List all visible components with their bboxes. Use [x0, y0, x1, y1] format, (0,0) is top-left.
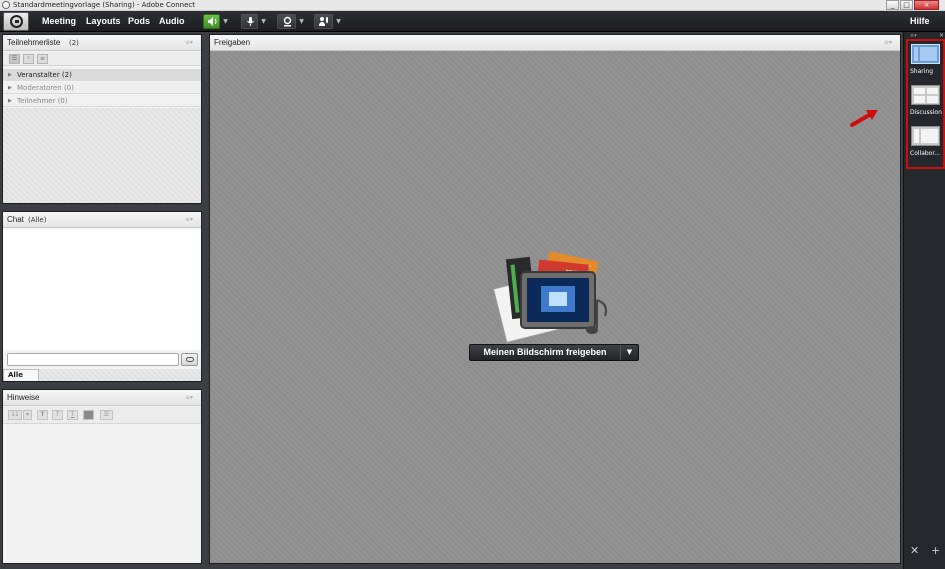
- pod-options-menu-icon[interactable]: ≡▾: [884, 39, 894, 46]
- share-my-screen-button[interactable]: Meinen Bildschirm freigeben ▼: [469, 344, 639, 361]
- microphone-dropdown-caret-icon[interactable]: ▼: [259, 14, 268, 29]
- raise-hand-dropdown-caret-icon[interactable]: ▼: [334, 14, 343, 29]
- share-options-dropdown-icon[interactable]: ▼: [620, 345, 638, 360]
- share-pod: Freigaben ≡▾ PPT PDF Meinen Bildschirm f…: [209, 34, 901, 564]
- speaker-button[interactable]: [203, 14, 220, 29]
- category-presenters-label: Moderatoren (0): [17, 84, 74, 92]
- attendees-count: (2): [69, 39, 79, 47]
- layouts-highlight-box: Sharing Discussion Collabor...: [906, 39, 945, 169]
- window-title: Standardmeetingvorlage (Sharing) - Adobe…: [13, 1, 195, 9]
- expand-triangle-icon[interactable]: ▶: [8, 95, 12, 107]
- expand-triangle-icon[interactable]: ▶: [8, 82, 12, 94]
- attendees-pod: Teilnehmerliste (2) ≡▾ ☰ ⁘ ≡ ▶ Veranstal…: [2, 34, 202, 204]
- pod-options-menu-icon[interactable]: ≡▾: [185, 216, 195, 223]
- chat-scope: (Alle): [28, 216, 47, 224]
- share-my-screen-label: Meinen Bildschirm freigeben: [483, 347, 607, 357]
- attendees-pod-title: Teilnehmerliste: [7, 38, 61, 47]
- chat-pod-title: Chat: [7, 215, 24, 224]
- bullet-list-icon[interactable]: ☰: [100, 410, 113, 420]
- raise-hand-icon: [319, 17, 328, 26]
- speaker-icon: [208, 17, 217, 26]
- menu-audio[interactable]: Audio: [159, 11, 185, 32]
- text-color-icon[interactable]: [83, 410, 94, 420]
- chat-messages-area: [3, 229, 201, 350]
- notes-pod-title: Hinweise: [7, 393, 40, 402]
- adobe-connect-logo-icon[interactable]: [3, 12, 29, 31]
- webcam-dropdown-caret-icon[interactable]: ▼: [297, 14, 306, 29]
- share-pod-title: Freigaben: [214, 38, 251, 47]
- font-size-dropdown-icon[interactable]: ▾: [23, 410, 32, 420]
- menu-pods[interactable]: Pods: [128, 11, 150, 32]
- webcam-icon: [283, 16, 292, 27]
- layout-discussion-label: Discussion: [910, 109, 942, 116]
- layout-collaboration[interactable]: Collabor...: [908, 123, 943, 163]
- share-content-area: PPT PDF Meinen Bildschirm freigeben ▼: [210, 51, 900, 563]
- app-icon: [2, 1, 10, 9]
- notes-pod-header: Hinweise ≡▾: [3, 390, 201, 406]
- layouts-bar-tools: ✕ +: [910, 544, 942, 558]
- category-hosts-label: Veranstalter (2): [17, 71, 72, 79]
- maximize-button[interactable]: □: [900, 0, 913, 10]
- menu-meeting[interactable]: Meeting: [42, 11, 76, 32]
- close-button[interactable]: ×: [914, 0, 939, 10]
- menu-help[interactable]: Hilfe: [910, 11, 930, 32]
- webcam-button[interactable]: [277, 14, 296, 29]
- menu-layouts[interactable]: Layouts: [86, 11, 121, 32]
- attendees-list-area: [3, 108, 201, 203]
- category-participants[interactable]: ▶ Teilnehmer (0): [3, 95, 201, 107]
- layout-collaboration-thumbnail: [911, 126, 940, 146]
- layout-collaboration-label: Collabor...: [910, 150, 940, 157]
- attendees-pod-header: Teilnehmerliste (2) ≡▾: [3, 35, 201, 51]
- category-presenters[interactable]: ▶ Moderatoren (0): [3, 82, 201, 94]
- pod-options-menu-icon[interactable]: ≡▾: [185, 394, 195, 401]
- bold-icon[interactable]: T: [37, 410, 48, 420]
- category-hosts[interactable]: ▶ Veranstalter (2): [3, 69, 201, 81]
- raise-hand-button[interactable]: [314, 14, 333, 29]
- speech-bubble-icon: [186, 357, 194, 362]
- chat-tab-all[interactable]: Alle: [3, 369, 39, 381]
- layout-sharing[interactable]: Sharing: [908, 41, 943, 81]
- minimize-button[interactable]: _: [886, 0, 899, 10]
- notes-pod: Hinweise ≡▾ 11 ▾ T T T ☰: [2, 389, 202, 564]
- microphone-icon: [247, 17, 254, 26]
- breakout-view-icon[interactable]: ⁘: [23, 54, 34, 64]
- chat-send-button[interactable]: [181, 353, 198, 366]
- attendee-sort-icon[interactable]: ≡: [37, 54, 48, 64]
- category-participants-label: Teilnehmer (0): [17, 97, 68, 105]
- layout-sharing-thumbnail: [911, 44, 940, 64]
- layout-discussion[interactable]: Discussion: [908, 82, 943, 122]
- italic-icon[interactable]: T: [52, 410, 63, 420]
- layout-discussion-thumbnail: [911, 85, 940, 105]
- chat-pod: Chat (Alle) ≡▾ Alle: [2, 211, 202, 382]
- chat-input[interactable]: [7, 353, 179, 366]
- underline-icon[interactable]: T: [67, 410, 78, 420]
- wrench-icon[interactable]: ✕: [910, 544, 919, 558]
- expand-triangle-icon[interactable]: ▶: [8, 69, 12, 81]
- list-view-icon[interactable]: ☰: [9, 54, 20, 64]
- pod-options-menu-icon[interactable]: ≡▾: [185, 39, 195, 46]
- attendees-view-toolbar: ☰ ⁘ ≡: [3, 52, 201, 66]
- notes-format-toolbar: 11 ▾ T T T ☰: [3, 407, 201, 424]
- font-size-select[interactable]: 11: [8, 410, 22, 420]
- layout-sharing-label: Sharing: [910, 68, 934, 75]
- share-pod-header: Freigaben ≡▾: [210, 35, 900, 51]
- chat-tab-bar: Alle: [3, 369, 201, 381]
- speaker-dropdown-caret-icon[interactable]: ▼: [221, 14, 230, 29]
- annotation-arrow-icon: [850, 110, 878, 127]
- menu-bar: Meeting Layouts Pods Audio ▼ ▼ ▼ ▼ Hilfe: [0, 11, 945, 32]
- microphone-button[interactable]: [241, 14, 258, 29]
- layouts-bar: ≡▾ × Sharing Discussion Collabor... ✕ +: [903, 32, 945, 569]
- notes-text-area[interactable]: [3, 425, 201, 563]
- window-title-bar: Standardmeetingvorlage (Sharing) - Adobe…: [0, 0, 945, 11]
- chat-pod-header: Chat (Alle) ≡▾: [3, 212, 201, 228]
- share-media-icon: PPT PDF: [493, 251, 607, 343]
- add-layout-icon[interactable]: +: [931, 544, 940, 558]
